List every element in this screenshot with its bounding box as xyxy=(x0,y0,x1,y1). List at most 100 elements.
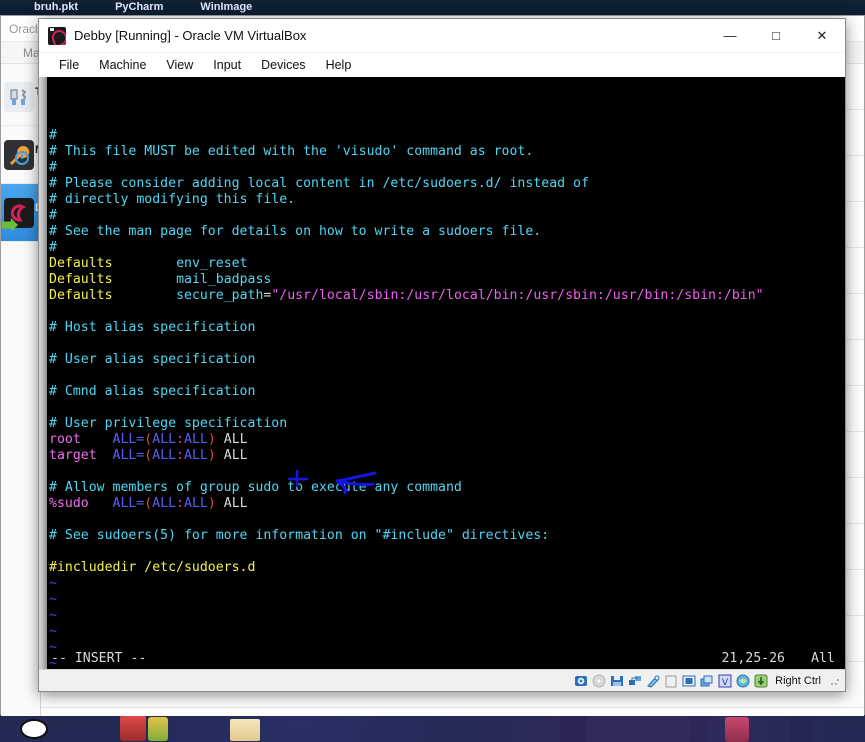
vim-editor-sudoers[interactable]: # # This file MUST be edited with the 'vi… xyxy=(47,77,845,669)
usb-icon[interactable] xyxy=(645,673,660,688)
mouse-capture-icon[interactable] xyxy=(735,673,750,688)
optical-disk-icon[interactable] xyxy=(591,673,606,688)
manager-entry-tools[interactable]: To xyxy=(1,68,48,126)
vim-line: # xyxy=(49,208,845,224)
vim-text-span: "/usr/local/sbin:/usr/local/bin:/usr/sbi… xyxy=(271,288,764,303)
vim-line: Defaults mail_badpass xyxy=(49,272,845,288)
vim-text-span: ALL= xyxy=(112,432,145,447)
debian-swirl-icon xyxy=(48,26,66,45)
vim-text-span xyxy=(113,256,177,271)
shared-folder-icon[interactable] xyxy=(663,673,678,688)
vim-mode-indicator: -- INSERT -- xyxy=(51,651,147,666)
desktop-icon-folder[interactable] xyxy=(230,719,260,741)
vim-text-span: # xyxy=(49,128,57,143)
desktop-icons xyxy=(0,715,865,742)
menu-input[interactable]: Input xyxy=(203,54,251,76)
vim-text-span: # Allow members of group sudo to execute… xyxy=(49,480,462,495)
vim-line xyxy=(49,336,845,352)
resize-grip[interactable] xyxy=(829,674,841,687)
vim-text-span xyxy=(113,272,177,287)
vim-line: #includedir /etc/sudoers.d xyxy=(49,560,845,576)
minimize-button[interactable]: — xyxy=(707,19,753,53)
network-icon[interactable] xyxy=(627,673,642,688)
vim-text-span: ~ xyxy=(49,576,57,591)
vim-line: # directly modifying this file. xyxy=(49,192,845,208)
menu-help[interactable]: Help xyxy=(316,54,362,76)
virtualization-icon[interactable]: V xyxy=(717,673,732,688)
vim-text-span: : xyxy=(176,448,185,463)
maximize-button[interactable]: □ xyxy=(753,19,799,53)
vm-menubar: File Machine View Input Devices Help xyxy=(39,53,845,77)
vim-line: # Please consider adding local content i… xyxy=(49,176,845,192)
menu-devices[interactable]: Devices xyxy=(251,54,315,76)
vim-text-span: # See sudoers(5) for more information on… xyxy=(49,528,550,543)
vm-statusbar: V Right Ctrl xyxy=(39,669,845,691)
vim-text-span: # xyxy=(49,160,57,175)
vim-text-span: Defaults xyxy=(49,288,113,303)
top-taskbar: bruh.pkt PyCharm WinImage xyxy=(0,0,865,15)
vim-text-span: ~ xyxy=(49,592,57,607)
vim-buffer: # # This file MUST be edited with the 'vi… xyxy=(49,128,845,669)
desktop-icon-pineapple[interactable] xyxy=(148,717,168,741)
vim-text-span: # User alias specification xyxy=(49,352,256,367)
manager-entry-debby[interactable]: De xyxy=(1,184,49,242)
vm-titlebar[interactable]: Debby [Running] - Oracle VM VirtualBox —… xyxy=(39,19,845,53)
floppy-disk-icon[interactable] xyxy=(609,673,624,688)
taskbar-item-1[interactable]: PyCharm xyxy=(115,0,163,15)
vim-line: # Allow members of group sudo to execute… xyxy=(49,480,845,496)
vim-line: # User alias specification xyxy=(49,352,845,368)
manager-entry-machine[interactable]: M xyxy=(1,126,44,184)
vim-text-span xyxy=(97,448,113,463)
vim-text-span: env_reset xyxy=(176,256,248,271)
vim-line: # xyxy=(49,128,845,144)
vim-text-span: : xyxy=(176,432,185,447)
vim-line: # xyxy=(49,240,845,256)
vim-line: %sudo ALL=(ALL:ALL) ALL xyxy=(49,496,845,512)
hard-disk-icon[interactable] xyxy=(573,673,588,688)
menu-machine[interactable]: Machine xyxy=(89,54,156,76)
menu-view[interactable]: View xyxy=(156,54,203,76)
vim-status-line: -- INSERT -- 21,25-26 All xyxy=(47,651,845,667)
menu-file[interactable]: File xyxy=(49,54,89,76)
host-key-label: Right Ctrl xyxy=(775,674,821,687)
display-icon[interactable] xyxy=(681,673,696,688)
host-key-icon[interactable] xyxy=(753,673,768,688)
desktop-icon-face[interactable] xyxy=(20,719,48,739)
vm-display[interactable]: # # This file MUST be edited with the 'vi… xyxy=(39,77,845,669)
vim-text-span: : xyxy=(176,496,185,511)
vim-text-span: # See the man page for details on how to… xyxy=(49,224,542,239)
desktop-icon-pink[interactable] xyxy=(725,717,749,742)
desktop-icon-app[interactable] xyxy=(120,715,146,741)
vim-text-span: ALL= xyxy=(112,448,145,463)
vim-text-span: ALL xyxy=(152,432,177,447)
vim-line: # See the man page for details on how to… xyxy=(49,224,845,240)
vim-text-span: secure_path xyxy=(176,288,264,303)
vim-text-span: # Host alias specification xyxy=(49,320,256,335)
taskbar-item-0[interactable]: bruh.pkt xyxy=(34,0,78,15)
vim-text-span: ~ xyxy=(49,608,57,623)
manager-machine-list[interactable]: To M De xyxy=(1,64,49,716)
vim-line xyxy=(49,464,845,480)
vim-text-span: ALL= xyxy=(112,496,145,511)
vim-line: # This file MUST be edited with the 'vis… xyxy=(49,144,845,160)
vim-line xyxy=(49,400,845,416)
vim-text-span: # Cmnd alias specification xyxy=(49,384,256,399)
vim-text-span: mail_badpass xyxy=(176,272,272,287)
close-button[interactable]: ✕ xyxy=(799,19,845,53)
vm-window[interactable]: Debby [Running] - Oracle VM VirtualBox —… xyxy=(38,18,846,692)
vim-line xyxy=(49,368,845,384)
vim-line: # xyxy=(49,160,845,176)
vim-text-span: ) xyxy=(207,496,216,511)
vm-screen-gutter xyxy=(39,77,47,669)
vim-scroll-indicator: All xyxy=(811,651,835,666)
vim-line: ~ xyxy=(49,592,845,608)
taskbar-item-2[interactable]: WinImage xyxy=(200,0,252,15)
vim-line xyxy=(49,512,845,528)
vim-line: root ALL=(ALL:ALL) ALL xyxy=(49,432,845,448)
vim-text-span xyxy=(89,496,113,511)
vim-text-span: ALL xyxy=(215,448,248,463)
vim-text-span: ALL xyxy=(184,448,208,463)
vim-line: # Cmnd alias specification xyxy=(49,384,845,400)
recording-icon[interactable] xyxy=(699,673,714,688)
wrench-icon xyxy=(4,139,34,170)
